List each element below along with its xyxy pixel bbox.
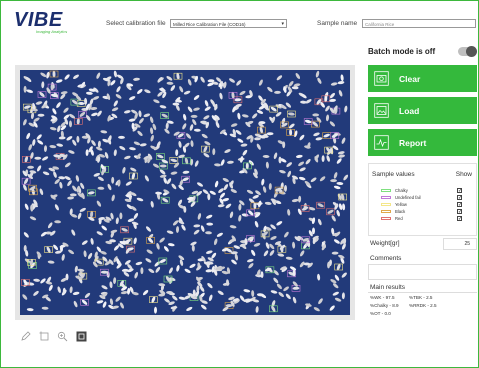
rice-sample-image[interactable] [20,70,350,315]
legend-label: Chalky [395,188,408,193]
clear-button-label: Clear [399,74,421,84]
load-button[interactable]: Load [368,97,477,124]
sample-name-label: Sample name [317,20,358,27]
show-checkbox-chalky[interactable]: ✓ [457,188,462,194]
select-box-icon[interactable] [39,331,50,342]
rice-grain [312,113,320,117]
sample-name-input[interactable]: California Rice [362,19,476,28]
chart-icon [374,135,389,150]
legend-swatch [381,217,391,220]
legend-swatch [381,196,391,199]
show-column-label: Show [455,171,472,178]
rice-grain [140,267,144,275]
logo-tagline: Imaging Analytics [36,29,68,34]
rice-grain [27,165,34,169]
camera-icon [374,71,389,86]
show-checkbox-yellow[interactable]: ✓ [457,202,462,208]
result-ot: %OT - 0.0 [370,311,391,316]
batch-mode-toggle[interactable] [458,46,477,57]
show-checkbox-black[interactable]: ✓ [457,209,462,215]
sample-image-panel [15,65,355,320]
rice-grain [50,83,54,91]
legend-swatch [381,189,391,192]
comments-label: Comments [370,255,402,262]
chevron-down-icon: ▾ [281,21,284,27]
legend-swatch [381,203,391,206]
main-results-title: Main results [370,284,406,291]
rice-grain [245,162,249,170]
sample-values-title: Sample values [372,171,415,178]
vibe-logo: VIBE Imaging Analytics [14,9,84,35]
zoom-icon[interactable] [57,331,68,342]
batch-mode-label: Batch mode is off [368,47,436,56]
pencil-icon[interactable] [20,331,31,342]
comments-input[interactable] [368,264,477,280]
report-button-label: Report [399,138,427,148]
toggle-knob [466,46,477,57]
clear-button[interactable]: Clear [368,65,477,92]
tray-background [20,70,350,315]
weight-label: Weight[gr] [370,240,400,247]
weight-input[interactable]: 25 [443,238,477,250]
legend-label: Undefined fail [395,195,421,200]
rice-grain [23,85,27,93]
report-button[interactable]: Report [368,129,477,156]
show-checkbox-red[interactable]: ✓ [457,216,462,222]
result-chalky: %Chalky - 8.9 [370,303,399,308]
legend-label: Yellow [395,202,407,207]
legend-swatch [381,210,391,213]
result-tbk: %TBK - 2.5 [409,295,433,300]
legend-label: Red [395,216,403,221]
show-checkbox-undefined-fail[interactable]: ✓ [457,195,462,201]
load-button-label: Load [399,106,420,116]
sample-values-panel: Sample values Show Chalky ✓ Undefined fa… [368,163,477,236]
rice-grain [34,156,42,160]
image-icon [374,103,389,118]
calibration-value: Milled Rice Calibration File (COD16) [173,22,246,27]
legend-label: Black [395,209,406,214]
rice-grain [37,113,45,117]
crop-icon[interactable] [76,331,87,342]
result-rrdk: %RRDK - 2.5 [409,303,437,308]
calibration-select[interactable]: Milled Rice Calibration File (COD16) ▾ [170,19,287,28]
rice-grain [312,227,315,235]
rice-grain [190,114,198,118]
result-wk: %WK - 97.5 [370,295,395,300]
main-results-divider [368,292,477,293]
calibration-label: Select calibration file [106,20,166,27]
